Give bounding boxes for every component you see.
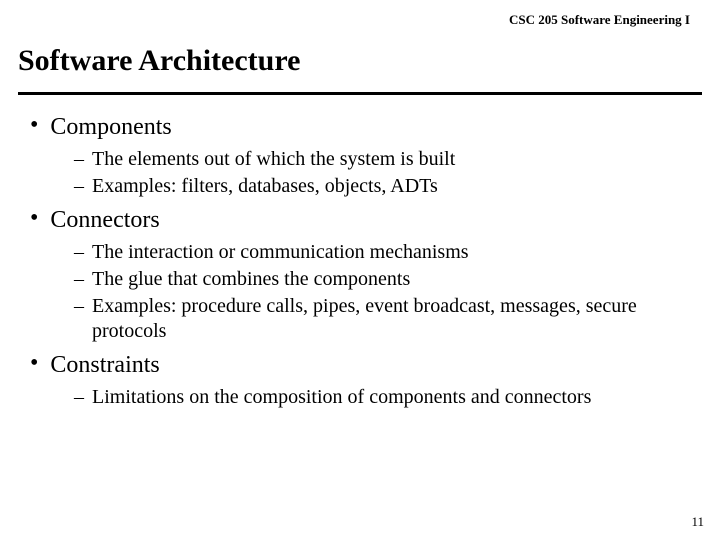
- slide-content: • Components – The elements out of which…: [18, 108, 702, 418]
- sub-text: The glue that combines the components: [92, 267, 410, 292]
- sub-text: Examples: filters, databases, objects, A…: [92, 174, 438, 199]
- dash-icon: –: [74, 148, 84, 171]
- bullet-item: • Connectors: [18, 207, 702, 234]
- sub-item: – Limitations on the composition of comp…: [74, 385, 702, 410]
- title-divider: [18, 92, 702, 95]
- sub-text: The elements out of which the system is …: [92, 147, 455, 172]
- bullet-dot-icon: •: [30, 113, 38, 137]
- bullet-item: • Constraints: [18, 352, 702, 379]
- sub-list: – The interaction or communication mecha…: [74, 240, 702, 344]
- sub-item: – Examples: filters, databases, objects,…: [74, 174, 702, 199]
- bullet-label: Constraints: [50, 352, 159, 379]
- bullet-dot-icon: •: [30, 206, 38, 230]
- bullet-label: Components: [50, 114, 171, 141]
- bullet-item: • Components: [18, 114, 702, 141]
- dash-icon: –: [74, 386, 84, 409]
- bullet-label: Connectors: [50, 207, 159, 234]
- dash-icon: –: [74, 295, 84, 318]
- sub-item: – The interaction or communication mecha…: [74, 240, 702, 265]
- sub-text: Examples: procedure calls, pipes, event …: [92, 294, 702, 344]
- sub-text: The interaction or communication mechani…: [92, 240, 469, 265]
- sub-item: – Examples: procedure calls, pipes, even…: [74, 294, 702, 344]
- course-header: CSC 205 Software Engineering I: [509, 12, 690, 28]
- page-number: 11: [691, 514, 704, 530]
- sub-list: – The elements out of which the system i…: [74, 147, 702, 199]
- dash-icon: –: [74, 241, 84, 264]
- slide-title: Software Architecture: [18, 44, 300, 78]
- dash-icon: –: [74, 268, 84, 291]
- bullet-dot-icon: •: [30, 351, 38, 375]
- sub-item: – The elements out of which the system i…: [74, 147, 702, 172]
- sub-text: Limitations on the composition of compon…: [92, 385, 591, 410]
- sub-item: – The glue that combines the components: [74, 267, 702, 292]
- dash-icon: –: [74, 175, 84, 198]
- sub-list: – Limitations on the composition of comp…: [74, 385, 702, 410]
